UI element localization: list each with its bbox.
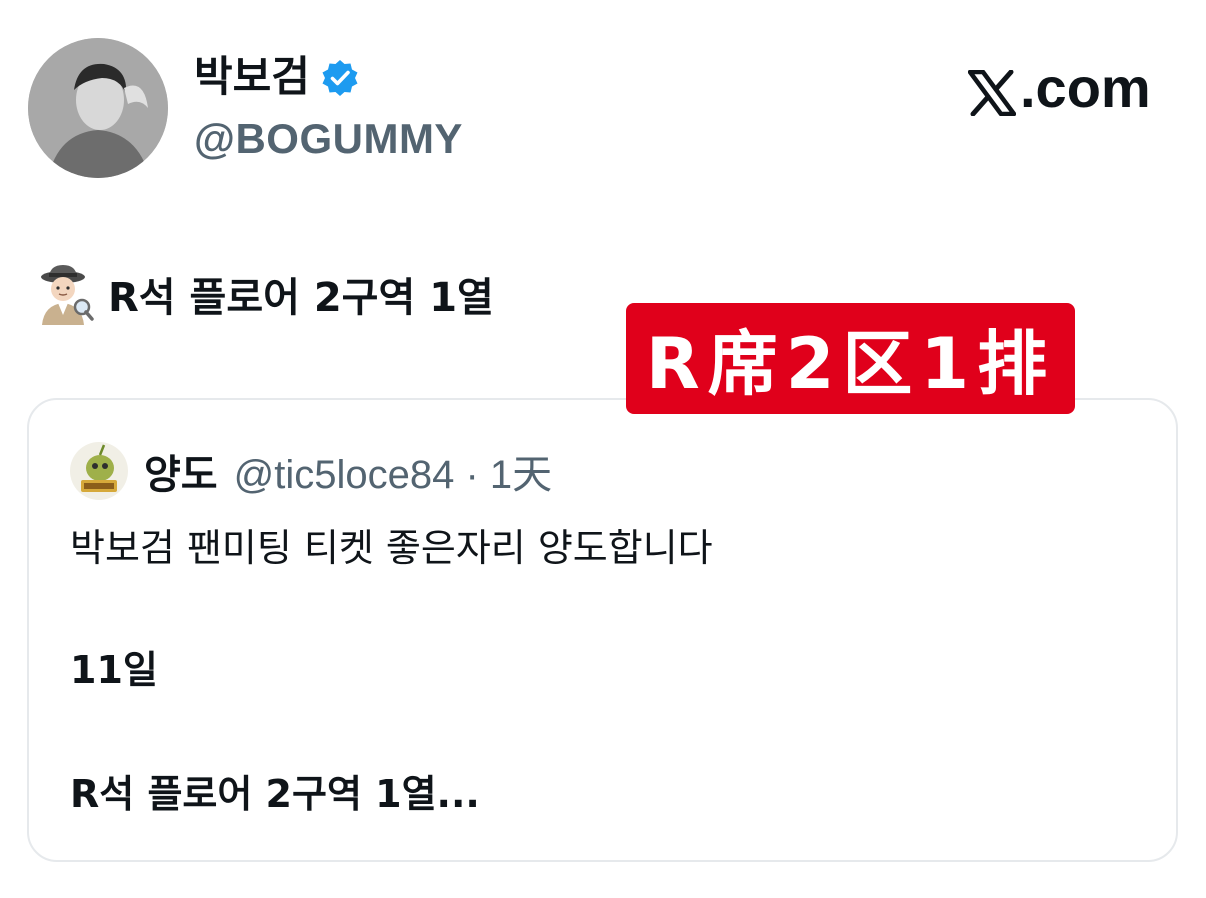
quoted-tweet-line: 박보검 팬미팅 티켓 좋은자리 양도합니다: [70, 526, 713, 570]
display-name: 박보검: [194, 50, 360, 104]
red-caption-label: R席2区1排: [626, 303, 1075, 414]
display-name-text: 박보검: [194, 52, 310, 101]
quoted-author-name[interactable]: 양도: [144, 442, 218, 500]
tweet-text: R석 플로어 2구역 1열: [108, 275, 494, 321]
tweet-text-line: R석 플로어 2구역 1열: [36, 262, 494, 326]
quoted-tweet-line: 11일: [70, 648, 158, 692]
x-logo-icon: [967, 65, 1017, 117]
quoted-author-handle[interactable]: @tic5loce84 · 1天: [234, 442, 553, 500]
quoted-tweet-line: R석 플로어 2구역 1열...: [70, 772, 480, 816]
x-com-brand: .com: [967, 56, 1151, 120]
profile-avatar[interactable]: [28, 38, 168, 178]
quoted-tweet-header: 양도 @tic5loce84 · 1天: [144, 446, 552, 498]
brand-text: .com: [1020, 56, 1151, 119]
profile-handle[interactable]: @BOGUMMY: [194, 112, 463, 166]
verified-badge-icon: [320, 57, 360, 97]
detective-emoji-icon: [36, 263, 94, 325]
quoted-author-avatar[interactable]: [70, 442, 128, 500]
